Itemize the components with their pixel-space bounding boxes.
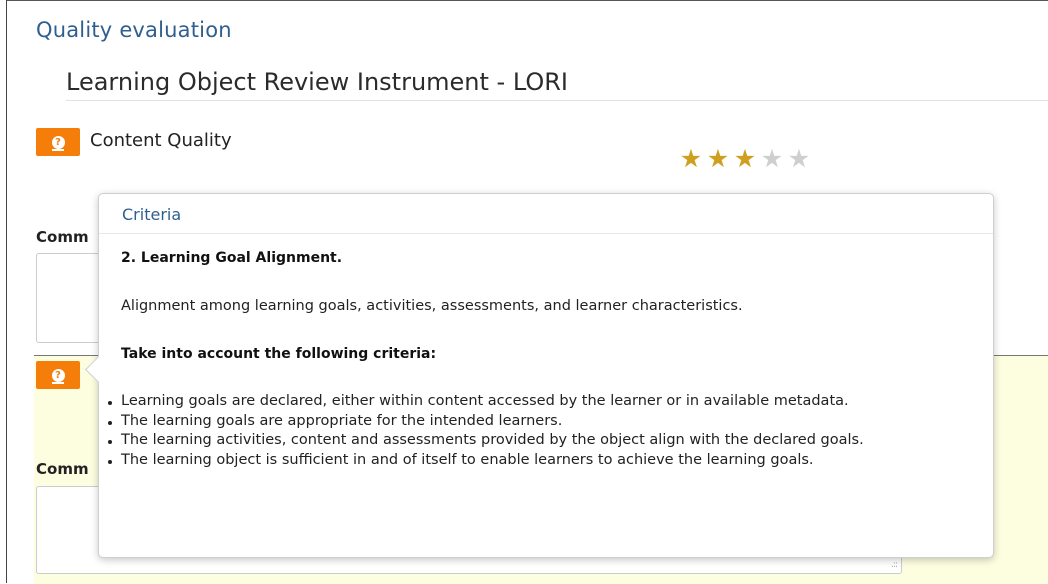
star-icon[interactable]: ★: [705, 146, 731, 172]
content-quality-rating[interactable]: ★ ★ ★ ★ ★: [678, 146, 812, 172]
list-item: The learning goals are appropriate for t…: [107, 412, 967, 432]
page-title: Quality evaluation: [36, 18, 232, 42]
bullet-icon: [108, 420, 112, 425]
resize-grip-icon[interactable]: .::: [891, 560, 898, 570]
criterion-description: Alignment among learning goals, activiti…: [121, 298, 743, 314]
bullet-icon: [108, 401, 112, 405]
star-icon[interactable]: ★: [678, 146, 704, 172]
star-icon[interactable]: ★: [759, 146, 785, 172]
popover-title: Criteria: [99, 194, 993, 234]
list-item: The learning object is sufficient in and…: [107, 451, 967, 471]
criteria-list: Learning goals are declared, either with…: [107, 392, 967, 470]
frame-left-border: [6, 0, 7, 583]
comments-label: Comm: [36, 228, 89, 246]
list-item: Learning goals are declared, either with…: [107, 392, 967, 412]
criterion-text: The learning object is sufficient in and…: [121, 451, 814, 468]
bullet-icon: [108, 459, 112, 464]
comments-label: Comm: [36, 460, 89, 478]
criterion-heading: 2. Learning Goal Alignment.: [121, 250, 343, 266]
list-item: The learning activities, content and ass…: [107, 431, 967, 451]
help-underline: [52, 382, 64, 384]
question-circle-icon: ?: [51, 368, 65, 382]
frame-top-border: [6, 0, 1048, 1]
bullet-icon: [108, 440, 112, 444]
criterion-text: The learning goals are appropriate for t…: [121, 412, 563, 429]
criterion-text: The learning activities, content and ass…: [121, 432, 864, 448]
learning-goal-help-button[interactable]: ?: [36, 361, 80, 389]
question-circle-icon: ?: [51, 135, 65, 149]
star-icon[interactable]: ★: [732, 146, 758, 172]
help-underline: [52, 149, 64, 151]
criteria-subheading: Take into account the following criteria…: [121, 346, 437, 362]
star-icon[interactable]: ★: [786, 146, 812, 172]
criteria-popover: Criteria 2. Learning Goal Alignment. Ali…: [85, 193, 994, 558]
content-quality-label: Content Quality: [90, 130, 232, 151]
instrument-title: Learning Object Review Instrument - LORI: [66, 68, 568, 96]
content-quality-help-button[interactable]: ?: [36, 128, 80, 156]
instrument-title-divider: [66, 100, 1048, 101]
criterion-text: Learning goals are declared, either with…: [121, 393, 849, 409]
